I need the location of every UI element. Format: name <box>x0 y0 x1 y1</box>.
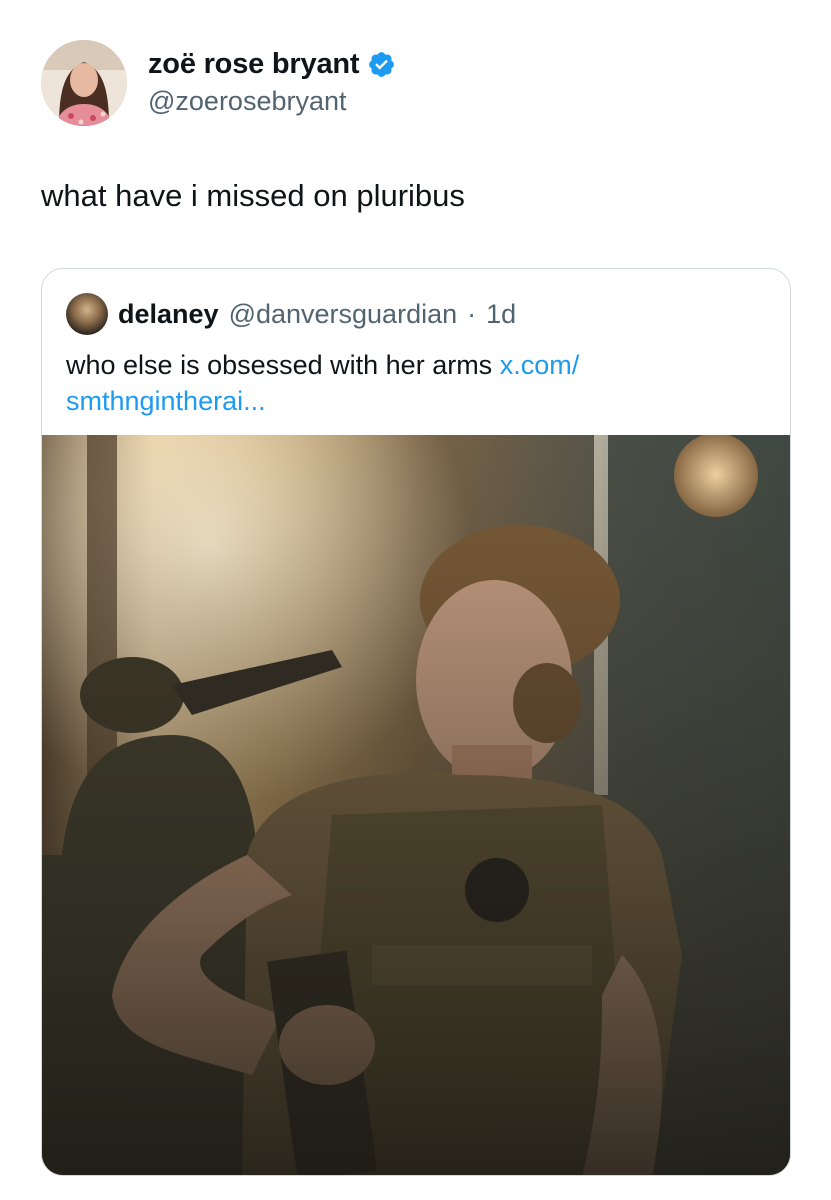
quoted-tweet-body: who else is obsessed with her arms <box>66 350 493 380</box>
quoted-author-display-name[interactable]: delaney <box>118 299 219 330</box>
quoted-tweet-card[interactable]: delaney @danversguardian · 1d who else i… <box>41 268 791 1176</box>
quoted-tweet-image[interactable] <box>42 435 790 1175</box>
quoted-author-avatar[interactable] <box>66 293 108 335</box>
tweet[interactable]: zoë rose bryant @zoerosebryant what have… <box>0 0 831 1200</box>
author-display-name[interactable]: zoë rose bryant <box>148 48 360 81</box>
tweet-text: what have i missed on pluribus <box>41 178 465 213</box>
quoted-tweet-header: delaney @danversguardian · 1d <box>66 293 516 335</box>
author-avatar[interactable] <box>41 40 127 126</box>
verified-badge-icon[interactable] <box>367 50 396 79</box>
quoted-tweet-time[interactable]: 1d <box>486 299 516 330</box>
quoted-author-handle[interactable]: @danversguardian <box>229 299 458 330</box>
quoted-tweet-text: who else is obsessed with her arms x.com… <box>66 347 756 419</box>
timestamp-separator: · <box>467 298 477 329</box>
author-handle[interactable]: @zoerosebryant <box>148 86 347 117</box>
quoted-tweet-link-part2[interactable]: smthngintherai... <box>66 386 266 416</box>
author-display-name-row[interactable]: zoë rose bryant <box>148 48 396 81</box>
quoted-tweet-link-part1[interactable]: x.com/ <box>500 350 580 380</box>
